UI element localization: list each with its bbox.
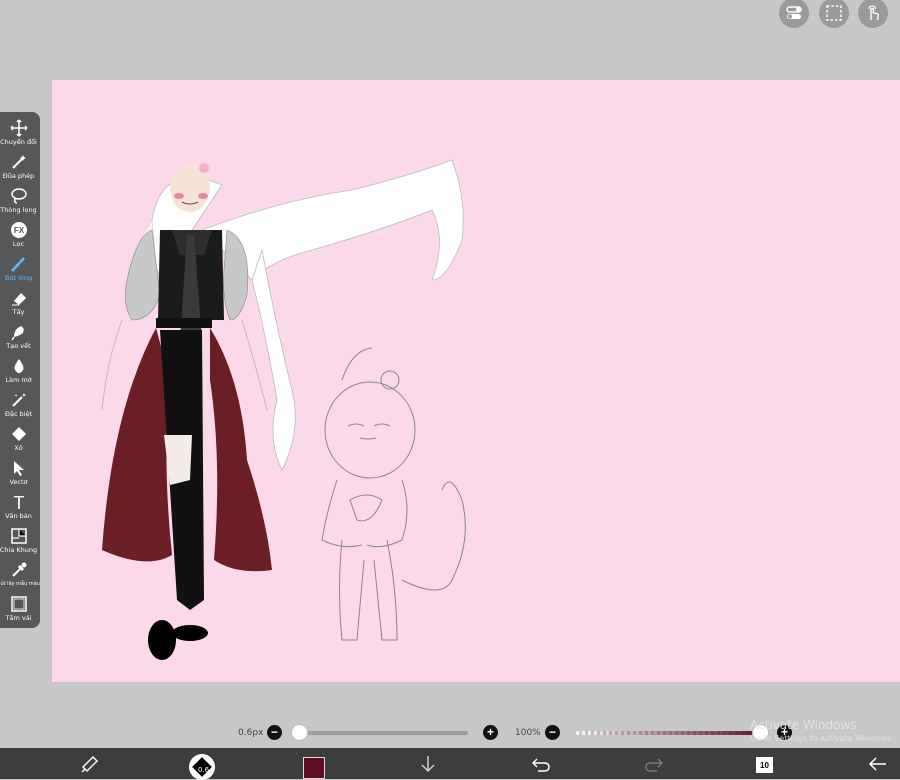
toggle-icon bbox=[786, 6, 802, 19]
tool-label: Tấm vải bbox=[5, 614, 32, 622]
tool-label: Tạo vết bbox=[6, 342, 31, 350]
redo-icon bbox=[645, 758, 663, 772]
tool-canvas[interactable]: Tấm vải bbox=[0, 594, 37, 628]
tool-label: Bút lấy mẫu màu bbox=[0, 581, 40, 587]
back-button[interactable] bbox=[866, 752, 890, 776]
tool-label: Vectơ bbox=[9, 478, 28, 486]
tool-eyedropper[interactable]: Bút lấy mẫu màu bbox=[0, 560, 40, 594]
layers-icon: 10 bbox=[756, 757, 773, 773]
opacity-slider[interactable] bbox=[576, 731, 766, 735]
tool-label: Lọc bbox=[12, 240, 25, 248]
tool-eraser[interactable]: Tẩy bbox=[0, 288, 37, 322]
touch-button[interactable] bbox=[858, 0, 888, 28]
touch-icon bbox=[868, 5, 879, 21]
selection-button[interactable] bbox=[819, 0, 849, 28]
eyedropper-icon bbox=[10, 561, 28, 579]
download-icon bbox=[421, 756, 435, 773]
activation-watermark: Activate Windows Go to Settings to activ… bbox=[750, 718, 893, 746]
selection-icon bbox=[826, 5, 842, 21]
opacity-minus-button[interactable]: − bbox=[545, 725, 560, 740]
watermark-subtitle: Go to Settings to activate Windows. bbox=[750, 734, 894, 743]
redo-button[interactable] bbox=[642, 752, 666, 776]
tool-vector[interactable]: Vectơ bbox=[0, 458, 37, 492]
toggle-button[interactable] bbox=[779, 0, 809, 28]
tool-label: Đũa phép bbox=[2, 172, 35, 180]
vector-icon bbox=[10, 459, 28, 477]
canvas-icon bbox=[10, 595, 28, 613]
eraser-icon bbox=[10, 289, 28, 307]
brush-size-slider-thumb[interactable] bbox=[291, 724, 308, 741]
opacity-value: 100% bbox=[515, 728, 541, 738]
tool-label: Chuyển đổi bbox=[0, 138, 37, 146]
tool-lasso[interactable]: Thòng lọng bbox=[0, 186, 37, 220]
tool-label: Đặc biệt bbox=[4, 410, 33, 418]
tool-brush[interactable]: Bút lông bbox=[0, 254, 37, 288]
bucket-icon bbox=[10, 425, 28, 443]
tool-label: Văn bản bbox=[5, 512, 32, 520]
tool-move[interactable]: Chuyển đổi bbox=[0, 118, 37, 152]
tool-text[interactable]: T Văn bản bbox=[0, 492, 37, 526]
current-color-button[interactable] bbox=[303, 757, 325, 779]
tool-sidebar: Chuyển đổi Đũa phép Thòng lọng FX Lọc Bú… bbox=[0, 112, 40, 628]
text-icon: T bbox=[10, 493, 28, 511]
bottom-action-bar: 0.6 10 bbox=[0, 748, 900, 780]
frame-divider-icon bbox=[10, 527, 28, 545]
tool-label: Làm mờ bbox=[5, 376, 32, 384]
tool-smudge[interactable]: Tạo vết bbox=[0, 322, 37, 356]
back-icon bbox=[868, 757, 886, 771]
watermark-title: Activate Windows bbox=[750, 718, 857, 732]
tool-label: Bút lông bbox=[4, 274, 33, 282]
brush-size-slider[interactable] bbox=[292, 731, 468, 735]
brush-size-plus-button[interactable]: + bbox=[483, 725, 498, 740]
blur-icon bbox=[10, 357, 28, 375]
smudge-icon bbox=[10, 323, 28, 341]
fx-filter-icon: FX bbox=[10, 221, 28, 239]
tool-special[interactable]: Đặc biệt bbox=[0, 390, 37, 424]
special-icon bbox=[10, 391, 28, 409]
move-icon bbox=[9, 119, 28, 137]
tool-frame-divider[interactable]: Chia Khung bbox=[0, 526, 37, 560]
tool-label: Xô bbox=[14, 444, 23, 452]
tool-filter[interactable]: FX Lọc bbox=[0, 220, 37, 254]
transform-icon bbox=[81, 756, 98, 773]
brush-size-minus-button[interactable]: − bbox=[267, 725, 282, 740]
tool-blur[interactable]: Làm mờ bbox=[0, 356, 37, 390]
artwork bbox=[101, 159, 466, 660]
brush-icon bbox=[10, 255, 28, 273]
tool-bucket[interactable]: Xô bbox=[0, 424, 37, 458]
tool-label: Tẩy bbox=[12, 308, 25, 316]
download-button[interactable] bbox=[416, 752, 440, 776]
brush-size-value: 0.6px bbox=[238, 728, 264, 738]
fx-glyph: FX bbox=[13, 226, 24, 235]
magic-wand-icon bbox=[10, 153, 28, 171]
undo-button[interactable] bbox=[529, 752, 553, 776]
transform-button[interactable] bbox=[78, 752, 102, 776]
tool-label: Chia Khung bbox=[0, 546, 38, 554]
brush-size-button[interactable]: 0.6 bbox=[189, 754, 215, 780]
lasso-icon bbox=[10, 187, 28, 205]
undo-icon bbox=[532, 758, 550, 772]
tool-magic-wand[interactable]: Đũa phép bbox=[0, 152, 37, 186]
tool-label: Thòng lọng bbox=[0, 206, 37, 214]
text-glyph: T bbox=[13, 493, 24, 511]
brush-size-badge: 0.6 bbox=[198, 766, 210, 774]
drawing-canvas[interactable] bbox=[52, 80, 900, 682]
